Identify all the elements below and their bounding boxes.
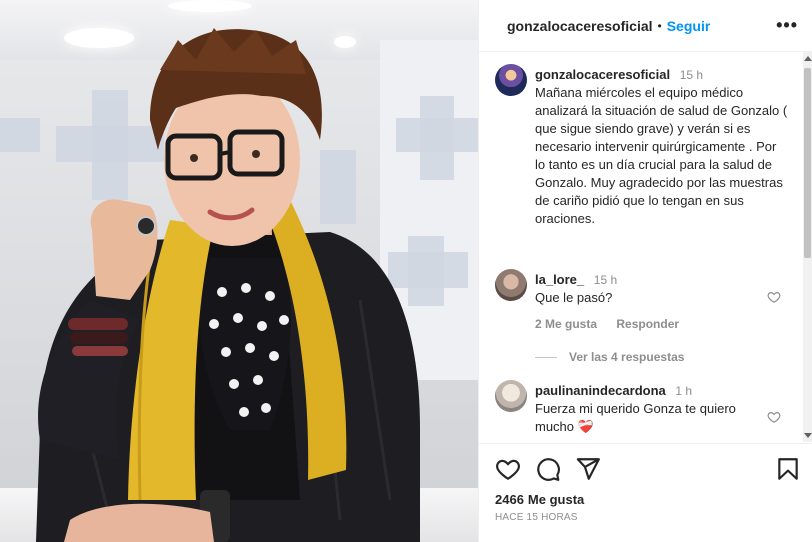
caption-text: Mañana miércoles el equipo médico analiz… <box>535 85 788 226</box>
heart-icon[interactable] <box>767 410 781 424</box>
caption-username[interactable]: gonzalocaceresoficial <box>535 67 670 82</box>
scroll-up-arrow[interactable] <box>804 56 812 61</box>
comment-icon[interactable] <box>535 456 561 482</box>
likes-suffix: Me gusta <box>527 492 585 507</box>
caption-time: 15 h <box>679 68 704 82</box>
divider <box>479 443 812 444</box>
comment-time: 15 h <box>593 273 618 287</box>
comment-time: 1 h <box>675 384 693 398</box>
scroll-thumb[interactable] <box>804 68 811 258</box>
comment-item: la_lore_ 15 h Que le pasó? <box>535 271 775 307</box>
replies-line <box>535 356 557 358</box>
header-separator: • <box>657 18 662 33</box>
woman-portrait-illustration <box>36 28 420 542</box>
comment-likes-count[interactable]: 2 Me gusta <box>535 317 597 331</box>
view-replies-label[interactable]: Ver las 4 respuestas <box>569 350 684 364</box>
commenter-avatar[interactable] <box>495 269 527 301</box>
comments-area: gonzalocaceresoficial 15 h Mañana miérco… <box>479 52 804 442</box>
commenter-avatar[interactable] <box>495 380 527 412</box>
comment-actions: 2 Me gusta Responder <box>535 317 695 331</box>
view-replies-link[interactable]: Ver las 4 respuestas <box>535 350 684 364</box>
header-username[interactable]: gonzalocaceresoficial <box>507 18 653 34</box>
heart-icon[interactable] <box>767 290 781 304</box>
post-side-panel: gonzalocaceresoficial • Seguir ••• gonza… <box>478 0 812 542</box>
post-photo[interactable] <box>0 0 478 542</box>
comment-text: Que le pasó? <box>535 290 613 305</box>
likes-number: 2466 <box>495 492 524 507</box>
comment-username[interactable]: la_lore_ <box>535 272 584 287</box>
reply-button[interactable]: Responder <box>616 317 679 331</box>
comment-emoji: ❤️‍🩹 <box>577 419 594 434</box>
likes-count[interactable]: 2466 Me gusta <box>495 492 584 507</box>
post-actions <box>495 456 801 486</box>
instagram-post: gonzalocaceresoficial • Seguir ••• gonza… <box>0 0 812 542</box>
post-timestamp: HACE 15 HORAS <box>495 512 578 523</box>
follow-button[interactable]: Seguir <box>667 18 711 34</box>
comments-scrollbar[interactable] <box>803 52 812 442</box>
scroll-down-arrow[interactable] <box>804 433 812 438</box>
post-header: gonzalocaceresoficial • Seguir ••• <box>479 0 812 52</box>
heart-icon[interactable] <box>495 456 521 482</box>
share-icon[interactable] <box>575 456 601 482</box>
owner-avatar[interactable] <box>495 64 527 96</box>
more-options-icon[interactable]: ••• <box>776 15 798 36</box>
comment-text: Fuerza mi querido Gonza te quiero mucho <box>535 401 736 434</box>
comment-item: paulinanindecardona 1 h Fuerza mi querid… <box>535 382 761 436</box>
post-caption: gonzalocaceresoficial 15 h Mañana miérco… <box>535 66 789 228</box>
bookmark-icon[interactable] <box>775 456 801 482</box>
comment-username[interactable]: paulinanindecardona <box>535 383 666 398</box>
